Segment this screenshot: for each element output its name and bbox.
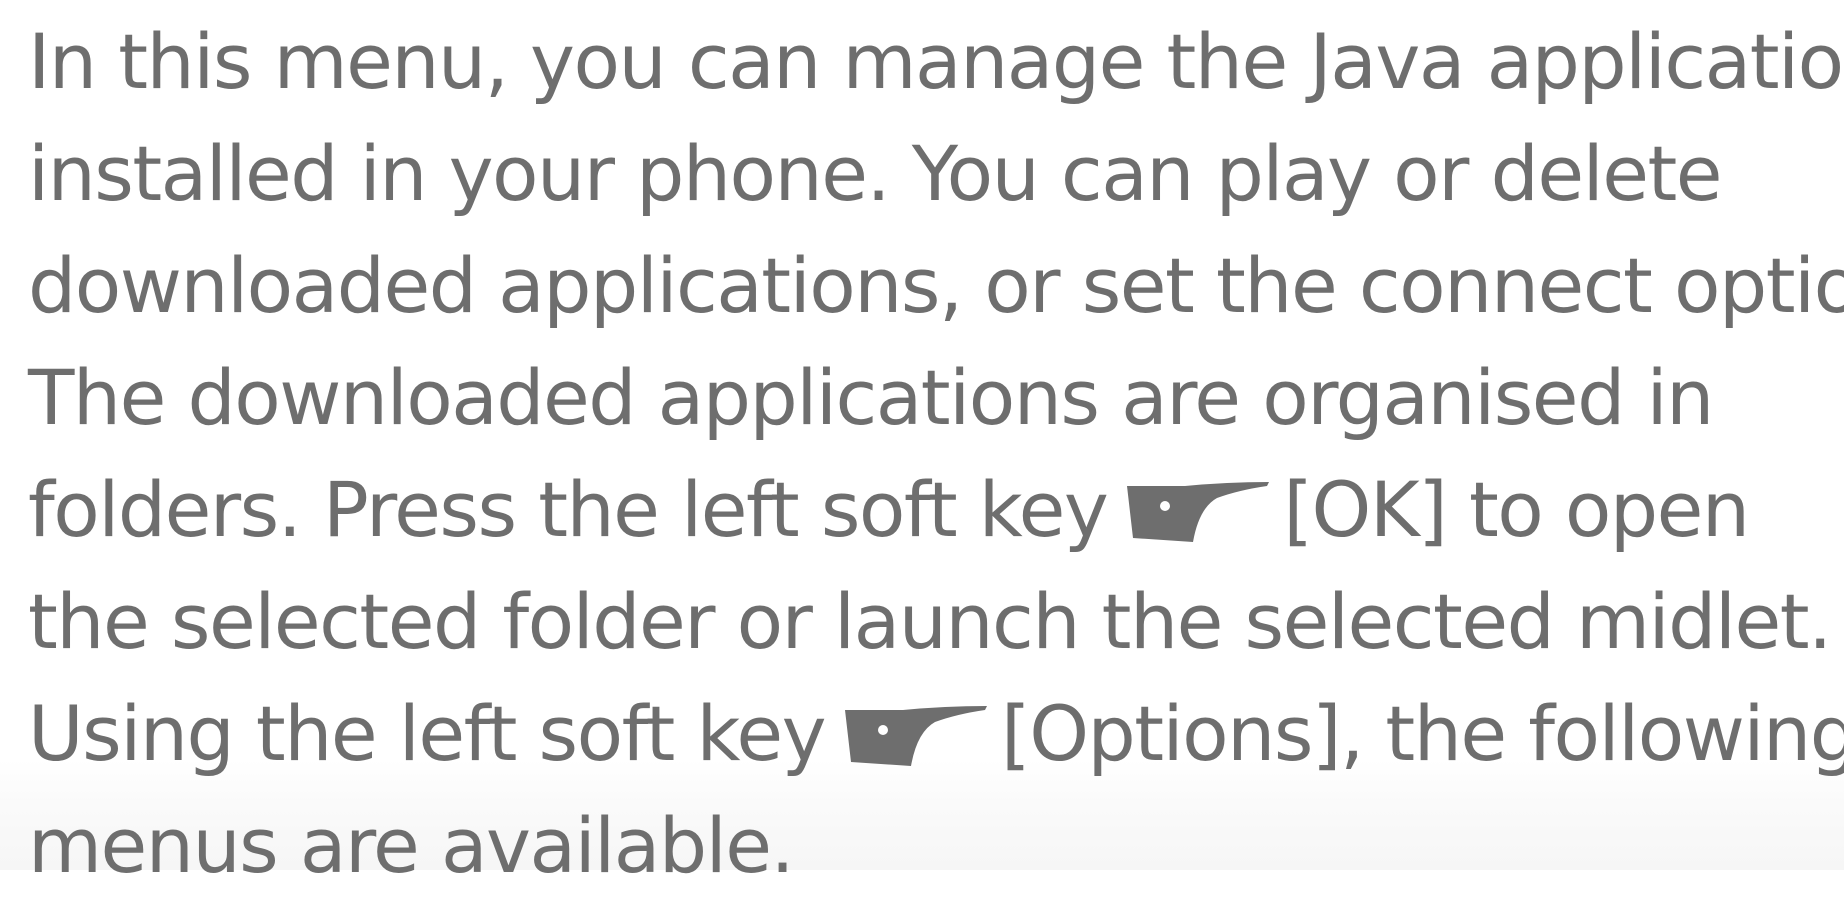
body-paragraph: In this menu, you can manage the Java ap… (28, 6, 1844, 902)
text-line: downloaded applications, or set the conn… (28, 241, 1844, 330)
text-line: The downloaded applications are organise… (28, 353, 1714, 442)
text-segment: Using the left soft key (28, 689, 827, 778)
left-soft-key-icon (1127, 482, 1270, 546)
text-line-with-softkey: folders. Press the left soft key [OK] to… (28, 454, 1838, 566)
text-line: In this menu, you can manage the Java ap… (28, 17, 1844, 106)
left-soft-key-icon (845, 706, 988, 770)
text-segment: [OK] to open (1283, 465, 1750, 554)
text-line: menus are available. (28, 801, 795, 890)
text-segment: [Options], the following (1001, 689, 1844, 778)
text-line-with-softkey: Using the left soft key [Options], the f… (28, 678, 1844, 790)
text-segment: folders. Press the left soft key (28, 465, 1109, 554)
text-line: installed in your phone. You can play or… (28, 129, 1723, 218)
text-line: the selected folder or launch the select… (28, 577, 1832, 666)
document-page: In this menu, you can manage the Java ap… (0, 0, 1844, 890)
